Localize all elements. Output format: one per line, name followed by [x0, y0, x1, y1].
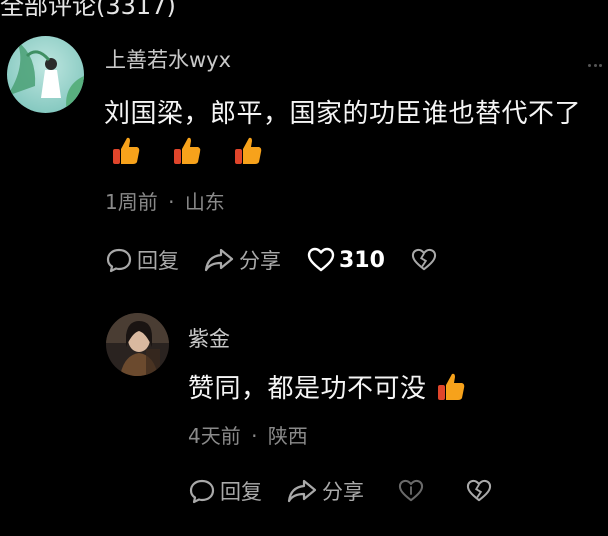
meta-separator: ·: [251, 424, 258, 448]
comment-location: 山东: [184, 190, 225, 214]
broken-heart-icon: [466, 479, 492, 502]
thumbs-up-icon: [235, 137, 262, 164]
comment-actions: 回复 分享 310: [105, 244, 441, 276]
thumbs-up-icon: [174, 137, 201, 164]
reply-bubble-icon: [189, 479, 215, 504]
thumbs-up-icon: [113, 137, 140, 164]
comment-text: 刘国梁，郎平，国家的功臣谁也替代不了: [104, 99, 582, 129]
thumbs-up-icon: [437, 373, 464, 400]
reply-label: 回复: [137, 249, 179, 273]
heart-icon: [398, 479, 424, 502]
like-count: 310: [339, 247, 385, 273]
avatar[interactable]: [7, 36, 84, 113]
share-label: 分享: [322, 480, 364, 504]
dislike-button[interactable]: [466, 479, 496, 503]
comment-username[interactable]: 上善若水wyx: [105, 44, 231, 74]
comment-text-body: 赞同，都是功不可没: [188, 374, 427, 404]
share-arrow-icon: [204, 248, 234, 272]
avatar[interactable]: [106, 313, 169, 376]
comments-header: 全部评论(3317): [0, 0, 176, 20]
dislike-button[interactable]: [411, 248, 441, 272]
share-arrow-icon: [287, 479, 317, 503]
reply-bubble-icon: [106, 248, 132, 273]
comment-time: 1周前: [105, 190, 158, 214]
emoji-row: [110, 135, 264, 167]
comment-meta: 1周前 · 山东: [105, 186, 225, 215]
broken-heart-icon: [411, 248, 437, 271]
comment-location: 陕西: [267, 424, 308, 448]
like-button[interactable]: 310: [307, 247, 385, 273]
share-label: 分享: [239, 249, 281, 273]
reply-button[interactable]: 回复: [188, 476, 262, 506]
comment-username[interactable]: 紫金: [188, 323, 230, 353]
more-dots-icon[interactable]: [588, 64, 602, 68]
heart-icon: [307, 247, 335, 272]
comment-time: 4天前: [188, 424, 241, 448]
comment-text: 赞同，都是功不可没: [188, 368, 467, 405]
share-button[interactable]: 分享: [203, 245, 281, 275]
share-button[interactable]: 分享: [286, 476, 364, 506]
reply-label: 回复: [220, 480, 262, 504]
comment-actions: 回复 分享: [188, 475, 496, 507]
comment-meta: 4天前 · 陕西: [188, 420, 308, 449]
meta-separator: ·: [168, 190, 175, 214]
like-button[interactable]: [398, 479, 428, 503]
reply-button[interactable]: 回复: [105, 245, 179, 275]
